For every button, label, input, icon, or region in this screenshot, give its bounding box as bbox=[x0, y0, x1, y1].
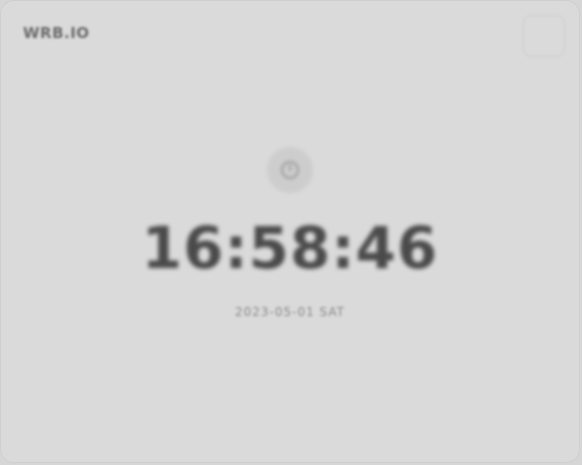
time-display: 16:58:46 bbox=[141, 214, 439, 282]
clock-window: WRB.IO 16:58:46 2023-05-01 SAT bbox=[0, 0, 580, 463]
brand-logo: WRB.IO bbox=[23, 24, 90, 42]
clock-icon bbox=[267, 147, 313, 193]
clock-panel: 16:58:46 2023-05-01 SAT bbox=[1, 147, 579, 319]
corner-button[interactable] bbox=[523, 15, 565, 57]
date-display: 2023-05-01 SAT bbox=[235, 305, 345, 319]
